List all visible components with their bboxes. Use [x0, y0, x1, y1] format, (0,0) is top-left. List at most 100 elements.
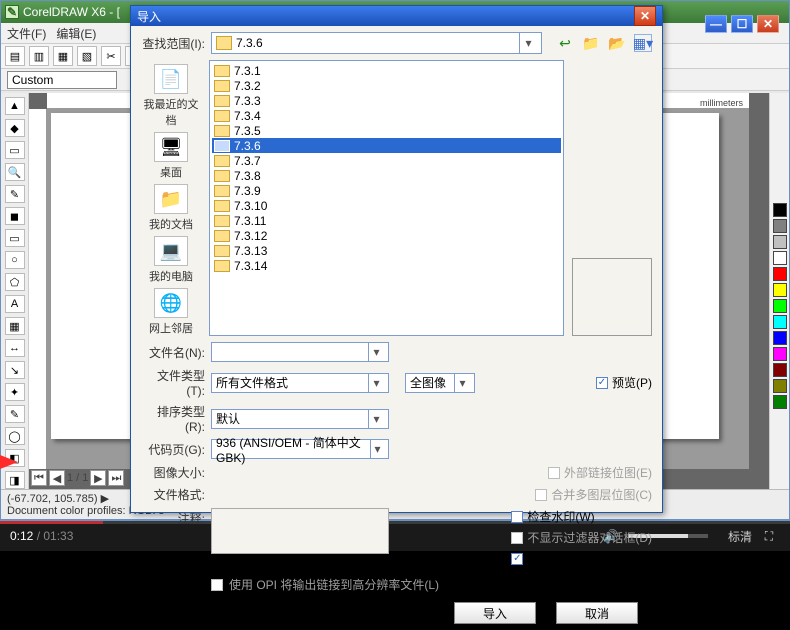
folder-icon: [214, 230, 230, 242]
filetype-combo[interactable]: 所有文件格式 ▾: [211, 373, 389, 393]
color-swatch[interactable]: [773, 283, 787, 297]
folder-item[interactable]: 7.3.2: [212, 78, 561, 93]
preview-checkbox[interactable]: ✓ 预览(P): [596, 374, 652, 391]
color-swatch[interactable]: [773, 363, 787, 377]
view-menu-button[interactable]: ▦▾: [634, 34, 652, 52]
fullscreen-icon[interactable]: ⛶: [758, 525, 780, 547]
open-button[interactable]: ▥: [29, 46, 49, 66]
sorttype-combo[interactable]: 默认 ▾: [211, 409, 389, 429]
new-folder-button[interactable]: 📂: [608, 34, 626, 52]
print-button[interactable]: ▧: [77, 46, 97, 66]
folder-item[interactable]: 7.3.12: [212, 228, 561, 243]
app-title-text: CorelDRAW X6 - [: [23, 5, 120, 19]
folder-item[interactable]: 7.3.10: [212, 198, 561, 213]
full-image-combo[interactable]: 全图像 ▾: [405, 373, 475, 393]
crop-tool[interactable]: ▭: [5, 141, 25, 159]
full-image-value: 全图像: [410, 374, 446, 391]
up-one-level-button[interactable]: 📁: [582, 34, 600, 52]
folder-item[interactable]: 7.3.14: [212, 258, 561, 273]
dialog-close-button[interactable]: ✕: [634, 6, 656, 26]
annotation-label: 注释:: [139, 508, 205, 527]
menu-edit[interactable]: 编辑(E): [56, 25, 96, 42]
checkbox-icon: [211, 579, 223, 591]
maximize-button[interactable]: ☐: [731, 15, 753, 33]
rectangle-tool[interactable]: ▭: [5, 229, 25, 247]
place-label: 我的文档: [149, 216, 193, 232]
folder-item[interactable]: 7.3.7: [212, 153, 561, 168]
keep-page-checkbox[interactable]: ✓ 保持图层和页面(M): [511, 550, 652, 567]
folder-item[interactable]: 7.3.5: [212, 123, 561, 138]
chevron-down-icon: ▾: [519, 33, 537, 53]
page-preset-combo[interactable]: Custom: [7, 71, 117, 89]
outline-tool[interactable]: ◯: [5, 427, 25, 445]
cancel-button[interactable]: 取消: [556, 602, 638, 624]
page-next-button[interactable]: ▶: [90, 470, 106, 486]
table-tool[interactable]: ▦: [5, 317, 25, 335]
color-swatch[interactable]: [773, 203, 787, 217]
filename-input[interactable]: ▾: [211, 342, 389, 362]
color-swatch[interactable]: [773, 235, 787, 249]
folder-name: 7.3.6: [234, 139, 261, 153]
place-0[interactable]: 📄我最近的文档: [143, 64, 199, 128]
smart-fill-tool[interactable]: ◼: [5, 207, 25, 225]
folder-icon: [214, 200, 230, 212]
folder-name: 7.3.7: [234, 154, 261, 168]
check-watermark-checkbox[interactable]: 检查水印(W): [511, 508, 652, 525]
preview-check-label: 预览(P): [612, 374, 652, 391]
place-4[interactable]: 🌐网上邻居: [143, 288, 199, 336]
folder-item[interactable]: 7.3.8: [212, 168, 561, 183]
eyedropper-tool[interactable]: ✎: [5, 405, 25, 423]
new-doc-button[interactable]: ▤: [5, 46, 25, 66]
place-2[interactable]: 📁我的文档: [143, 184, 199, 232]
import-button[interactable]: 导入: [454, 602, 536, 624]
color-swatch[interactable]: [773, 219, 787, 233]
folder-item[interactable]: 7.3.3: [212, 93, 561, 108]
cut-button[interactable]: ✂: [101, 46, 121, 66]
zoom-tool[interactable]: 🔍: [5, 163, 25, 181]
place-3[interactable]: 💻我的电脑: [143, 236, 199, 284]
place-1[interactable]: 🖥桌面: [143, 132, 199, 180]
page-first-button[interactable]: ⏮: [31, 470, 47, 486]
color-swatch[interactable]: [773, 299, 787, 313]
quality-button[interactable]: 标清: [728, 528, 752, 545]
file-listing[interactable]: 7.3.17.3.27.3.37.3.47.3.57.3.67.3.77.3.8…: [209, 60, 564, 336]
chevron-down-icon: ▾: [368, 410, 384, 428]
color-swatch[interactable]: [773, 251, 787, 265]
codepage-combo[interactable]: 936 (ANSI/OEM - 简体中文 GBK) ▾: [211, 439, 389, 459]
interactive-fill-tool[interactable]: ◨: [5, 471, 25, 489]
color-swatch[interactable]: [773, 315, 787, 329]
folder-item[interactable]: 7.3.6: [212, 138, 561, 153]
color-swatch[interactable]: [773, 379, 787, 393]
freehand-tool[interactable]: ✎: [5, 185, 25, 203]
folder-item[interactable]: 7.3.11: [212, 213, 561, 228]
fileformat-label: 文件格式:: [139, 486, 205, 503]
dimension-tool[interactable]: ↔: [5, 339, 25, 357]
folder-name: 7.3.9: [234, 184, 261, 198]
folder-item[interactable]: 7.3.4: [212, 108, 561, 123]
pick-tool[interactable]: ▲: [5, 97, 25, 115]
close-button[interactable]: ✕: [757, 15, 779, 33]
save-button[interactable]: ▦: [53, 46, 73, 66]
folder-name: 7.3.10: [234, 199, 267, 213]
color-swatch[interactable]: [773, 347, 787, 361]
page-last-button[interactable]: ⏭: [108, 470, 124, 486]
text-tool[interactable]: A: [5, 295, 25, 313]
connector-tool[interactable]: ↘: [5, 361, 25, 379]
menu-file[interactable]: 文件(F): [7, 25, 46, 42]
folder-icon: [214, 110, 230, 122]
page-prev-button[interactable]: ◀: [49, 470, 65, 486]
lookin-combo[interactable]: 7.3.6 ▾: [211, 32, 542, 54]
shape-tool[interactable]: ◆: [5, 119, 25, 137]
back-button[interactable]: ↩: [556, 34, 574, 52]
color-swatch[interactable]: [773, 395, 787, 409]
polygon-tool[interactable]: ⬠: [5, 273, 25, 291]
ellipse-tool[interactable]: ○: [5, 251, 25, 269]
color-swatch[interactable]: [773, 331, 787, 345]
folder-item[interactable]: 7.3.9: [212, 183, 561, 198]
folder-item[interactable]: 7.3.1: [212, 63, 561, 78]
effects-tool[interactable]: ✦: [5, 383, 25, 401]
minimize-button[interactable]: —: [705, 15, 727, 33]
color-swatch[interactable]: [773, 267, 787, 281]
folder-item[interactable]: 7.3.13: [212, 243, 561, 258]
folder-icon: [214, 215, 230, 227]
